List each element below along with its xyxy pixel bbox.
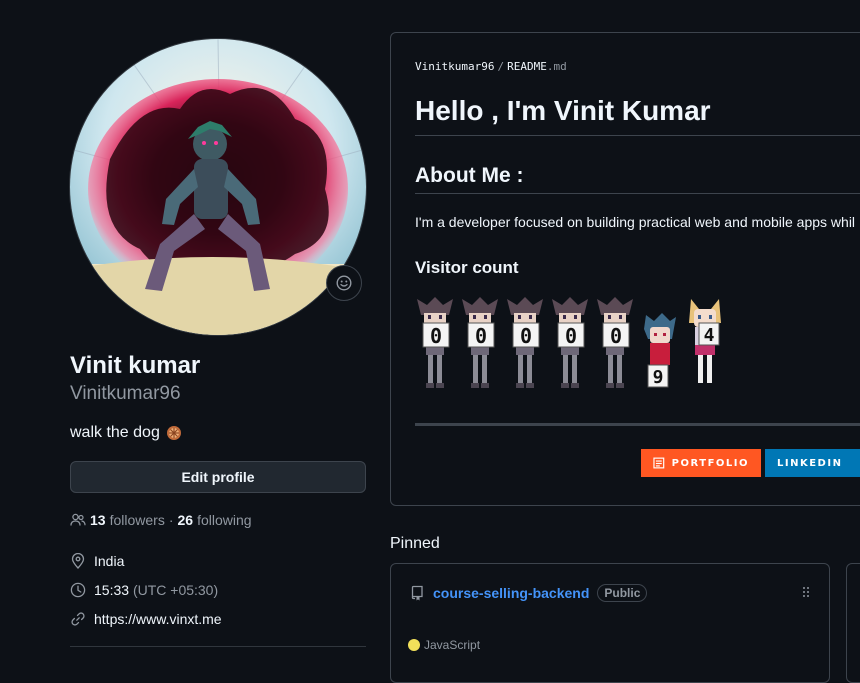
profile-location: India [70,553,124,569]
linkedin-badge[interactable]: LINKEDIN [765,449,860,477]
portfolio-badge[interactable]: PORTFOLIO [641,449,761,477]
bio-text: walk the dog [70,424,160,441]
readme-file-base: README [507,60,547,73]
counter-digit: 0 [430,324,442,348]
profile-bio: walk the dog [70,424,182,442]
clock-icon [70,582,86,598]
location-pin-icon [71,553,85,569]
readme-file-link[interactable]: README.md [507,60,567,73]
repo-name-link[interactable]: course-selling-backend [433,585,589,601]
sidebar-divider [70,646,366,647]
grabber-icon[interactable] [801,586,811,598]
counter-character: 0 [462,297,498,388]
section-rule [415,423,860,426]
repo-language: JavaScript [408,638,480,652]
counter-digit: 4 [704,325,715,346]
readme-file-ext: .md [546,60,567,73]
counter-character: 0 [417,297,453,388]
followers-link[interactable]: 13 followers [90,512,165,528]
profile-username: Vinitkumar96 [70,383,181,404]
linkedin-badge-label: LINKEDIN [777,457,843,469]
language-color-dot [408,639,420,651]
counter-digit: 9 [653,367,664,388]
wheel-emoji [166,426,181,440]
about-text: I'm a developer focused on building prac… [415,214,856,230]
readme-breadcrumb: Vinitkumar96/README.md [415,60,567,73]
smiley-icon [336,275,352,291]
profile-website: https://www.vinxt.me [70,611,222,627]
language-name: JavaScript [424,638,481,652]
people-icon [70,513,86,526]
portfolio-icon [653,457,665,469]
visitor-counter: 0 0 0 0 0 9 4 [415,295,735,395]
pinned-repo-card-2 [846,563,860,683]
readme-heading: Hello , I'm Vinit Kumar [415,95,711,126]
counter-digit: 0 [565,324,577,348]
counter-character: 4 [689,299,721,383]
visitor-counter-image: 0 0 0 0 0 9 4 [417,297,721,388]
pinned-heading: Pinned [390,535,440,552]
website-link[interactable]: https://www.vinxt.me [94,611,222,627]
follow-stats: 13 followers · 26 following [70,512,252,528]
counter-digit: 0 [610,324,622,348]
about-rule [415,193,860,194]
readme-card: Vinitkumar96/README.md Hello , I'm Vinit… [390,32,860,506]
heading-rule [415,135,860,136]
following-link[interactable]: 26 following [178,512,252,528]
link-icon [71,612,85,626]
follow-separator: · [168,512,174,528]
readme-owner-link[interactable]: Vinitkumar96 [415,60,494,73]
counter-digit: 0 [520,324,532,348]
avatar-container [70,39,366,335]
visitor-heading: Visitor count [415,258,519,277]
followers-label: followers [109,512,165,528]
following-label: following [197,512,252,528]
counter-character: 0 [597,297,633,388]
repo-visibility-badge: Public [597,584,648,602]
utc-offset: (UTC +05:30) [132,582,219,598]
avatar[interactable] [70,39,366,335]
avatar-image [70,39,366,335]
profile-display-name: Vinit kumar [70,352,201,379]
local-time-value: 15:33 [94,582,130,598]
counter-character: 0 [552,297,588,388]
profile-local-time: 15:33 (UTC +05:30) [70,582,218,598]
set-status-button[interactable] [326,265,362,301]
pinned-repo-card: course-selling-backend Public JavaScript [390,563,830,683]
portfolio-badge-label: PORTFOLIO [671,457,749,469]
counter-digit: 0 [475,324,487,348]
counter-character: 0 [507,297,543,388]
counter-character: 9 [644,313,676,388]
about-heading: About Me : [415,164,524,187]
repo-icon [411,585,423,601]
followers-count: 13 [90,512,106,528]
following-count: 26 [177,512,194,528]
edit-profile-button[interactable]: Edit profile [70,461,366,493]
repo-header: course-selling-backend Public [409,584,648,602]
location-text: India [94,553,125,569]
